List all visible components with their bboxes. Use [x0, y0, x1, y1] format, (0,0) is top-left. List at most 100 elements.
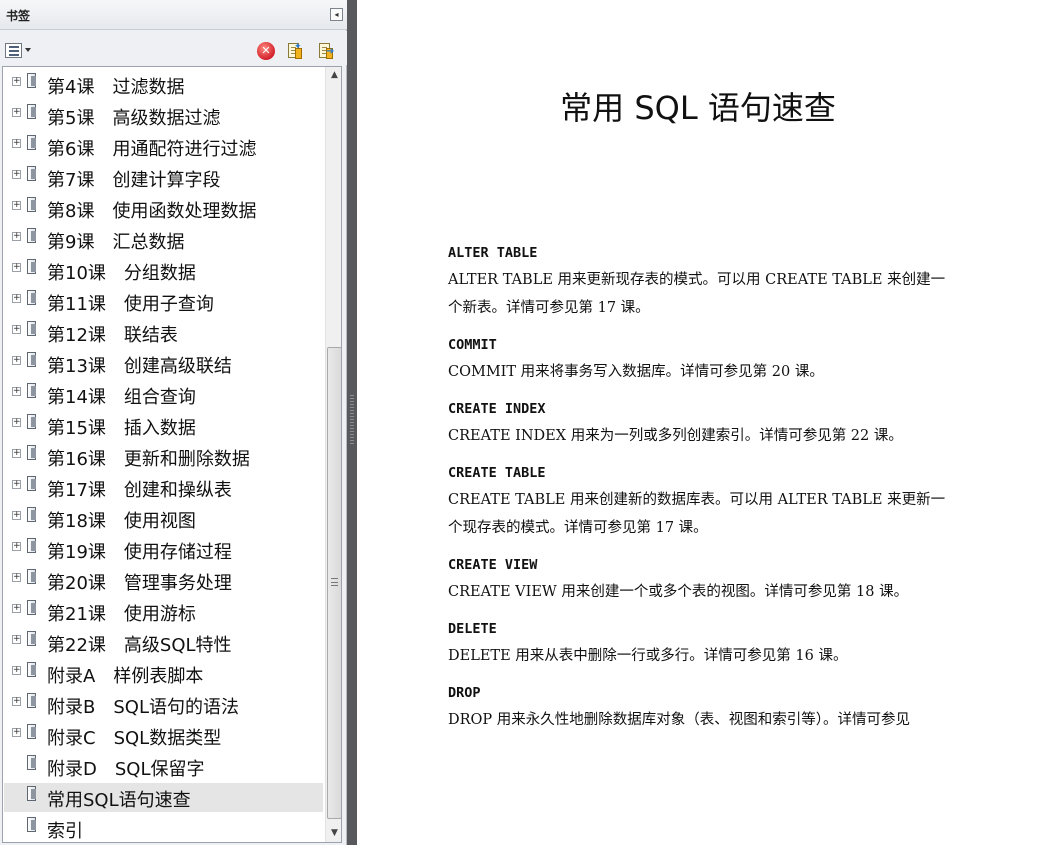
expand-icon[interactable]: + — [12, 511, 21, 520]
bookmark-label: 第17课 创建和操纵表 — [47, 480, 232, 501]
bookmark-item[interactable]: + 第8课 使用函数处理数据 — [4, 194, 323, 223]
expand-icon[interactable]: + — [12, 77, 21, 86]
bookmark-item[interactable]: + 第11课 使用子查询 — [4, 287, 323, 316]
bookmark-item[interactable]: + 第7课 创建计算字段 — [4, 163, 323, 192]
bookmark-icon — [27, 786, 41, 804]
bookmark-item[interactable]: + 附录A 样例表脚本 — [4, 659, 323, 688]
expand-icon[interactable]: + — [12, 108, 21, 117]
bookmark-item[interactable]: + 第18课 使用视图 — [4, 504, 323, 533]
expand-bookmark-button[interactable]: ➜ — [317, 42, 335, 60]
bookmark-icon — [27, 197, 41, 215]
bookmark-label: 第13课 创建高级联结 — [47, 356, 232, 377]
arrow-icon: ➜ — [326, 46, 335, 57]
sql-description-line: CREATE INDEX 用来为一列或多列创建索引。详情可参见第 22 课。 — [448, 428, 903, 444]
sql-description-line: 个现存表的模式。详情可参见第 17 课。 — [448, 520, 708, 536]
bookmark-item[interactable]: + 第4课 过滤数据 — [4, 70, 323, 99]
bookmark-item[interactable]: 附录D SQL保留字 — [4, 752, 323, 781]
bookmark-icon — [27, 414, 41, 432]
expand-icon[interactable]: + — [12, 387, 21, 396]
bookmark-icon — [27, 383, 41, 401]
page-title: 常用 SQL 语句速查 — [560, 89, 836, 127]
sql-description-line: COMMIT 用来将事务写入数据库。详情可参见第 20 课。 — [448, 364, 824, 380]
vertical-scrollbar[interactable]: ▲ ▼ — [325, 67, 341, 842]
bookmark-item[interactable]: + 第21课 使用游标 — [4, 597, 323, 626]
expand-icon[interactable]: + — [12, 139, 21, 148]
expand-icon[interactable]: + — [12, 480, 21, 489]
bookmark-label: 第4课 过滤数据 — [47, 77, 185, 98]
sql-term: DELETE — [448, 621, 497, 637]
expand-icon[interactable]: + — [12, 542, 21, 551]
bookmarks-toolbar: ✕ ✦ ➜ — [0, 31, 347, 65]
bookmark-item[interactable]: + 第22课 高级SQL特性 — [4, 628, 323, 657]
bookmark-label: 第11课 使用子查询 — [47, 294, 214, 315]
bookmark-icon — [27, 352, 41, 370]
expand-icon[interactable]: + — [12, 635, 21, 644]
expand-icon[interactable]: + — [12, 201, 21, 210]
expand-icon[interactable]: + — [12, 666, 21, 675]
collapse-panel-button[interactable]: ◂ — [330, 8, 343, 21]
bookmark-item[interactable]: + 第19课 使用存储过程 — [4, 535, 323, 564]
bookmark-item[interactable]: + 附录B SQL语句的语法 — [4, 690, 323, 719]
sql-description-line: DROP 用来永久性地删除数据库对象（表、视图和索引等）。详情可参见 — [448, 712, 911, 728]
bookmark-item[interactable]: 常用SQL语句速查 — [4, 783, 323, 812]
bookmark-icon — [27, 662, 41, 680]
bookmark-item[interactable]: + 第20课 管理事务处理 — [4, 566, 323, 595]
expand-icon[interactable]: + — [12, 604, 21, 613]
sql-description-line: CREATE TABLE 用来创建新的数据库表。可以用 ALTER TABLE … — [448, 492, 946, 508]
bookmark-tree[interactable]: + 第4课 过滤数据 + 第5课 高级数据过滤 + 第6课 用通配符进行过滤 + 第7课 创建… — [2, 66, 342, 843]
scroll-up-button[interactable]: ▲ — [326, 67, 341, 84]
expand-icon[interactable]: + — [12, 170, 21, 179]
bookmark-icon — [27, 321, 41, 339]
expand-icon[interactable]: + — [12, 728, 21, 737]
expand-icon[interactable]: + — [12, 573, 21, 582]
panel-title: 书签 — [6, 9, 31, 23]
bookmark-icon — [27, 476, 41, 494]
bookmark-label: 常用SQL语句速查 — [47, 790, 191, 811]
bookmark-item[interactable]: + 第14课 组合查询 — [4, 380, 323, 409]
bookmark-label: 索引 — [47, 821, 83, 842]
expand-icon[interactable]: + — [12, 418, 21, 427]
bookmark-icon — [27, 538, 41, 556]
bookmark-icon — [27, 259, 41, 277]
bookmarks-panel-header: 书签 ◂ — [0, 0, 347, 30]
sql-term: CREATE TABLE — [448, 465, 546, 481]
bookmark-icon — [27, 631, 41, 649]
bookmark-label: 第10课 分组数据 — [47, 263, 196, 284]
delete-bookmark-button[interactable]: ✕ — [257, 42, 275, 60]
expand-icon[interactable]: + — [12, 356, 21, 365]
bookmark-item[interactable]: + 第10课 分组数据 — [4, 256, 323, 285]
scroll-thumb[interactable] — [327, 347, 341, 819]
bookmark-item[interactable]: 索引 — [4, 814, 323, 842]
bookmark-item[interactable]: + 第13课 创建高级联结 — [4, 349, 323, 378]
options-menu-button[interactable] — [5, 43, 33, 59]
bookmark-label: 第12课 联结表 — [47, 325, 178, 346]
expand-icon[interactable]: + — [12, 232, 21, 241]
bookmark-label: 第20课 管理事务处理 — [47, 573, 232, 594]
bookmark-label: 第19课 使用存储过程 — [47, 542, 232, 563]
sql-description-line: ALTER TABLE 用来更新现存表的模式。可以用 CREATE TABLE … — [448, 272, 946, 288]
panel-splitter[interactable] — [347, 0, 357, 845]
expand-icon[interactable]: + — [12, 263, 21, 272]
bookmark-label: 第14课 组合查询 — [47, 387, 196, 408]
bookmark-item[interactable]: + 第6课 用通配符进行过滤 — [4, 132, 323, 161]
splitter-grip-icon — [350, 395, 354, 445]
expand-icon[interactable]: + — [12, 449, 21, 458]
bookmark-item[interactable]: + 第9课 汇总数据 — [4, 225, 323, 254]
bookmark-item[interactable]: + 第15课 插入数据 — [4, 411, 323, 440]
scroll-down-button[interactable]: ▼ — [326, 825, 341, 842]
bookmark-icon — [27, 693, 41, 711]
expand-icon[interactable]: + — [12, 697, 21, 706]
bookmark-icon — [27, 135, 41, 153]
bookmark-label: 第18课 使用视图 — [47, 511, 196, 532]
expand-icon[interactable]: + — [12, 325, 21, 334]
bookmark-item[interactable]: + 第17课 创建和操纵表 — [4, 473, 323, 502]
bookmark-item[interactable]: + 第5课 高级数据过滤 — [4, 101, 323, 130]
expand-icon[interactable]: + — [12, 294, 21, 303]
bookmark-item[interactable]: + 附录C SQL数据类型 — [4, 721, 323, 750]
bookmark-item[interactable]: + 第12课 联结表 — [4, 318, 323, 347]
new-bookmark-button[interactable]: ✦ — [286, 42, 304, 60]
bookmark-label: 第15课 插入数据 — [47, 418, 196, 439]
bookmark-item[interactable]: + 第16课 更新和删除数据 — [4, 442, 323, 471]
bookmark-label: 第22课 高级SQL特性 — [47, 635, 232, 656]
bookmark-label: 第7课 创建计算字段 — [47, 170, 221, 191]
